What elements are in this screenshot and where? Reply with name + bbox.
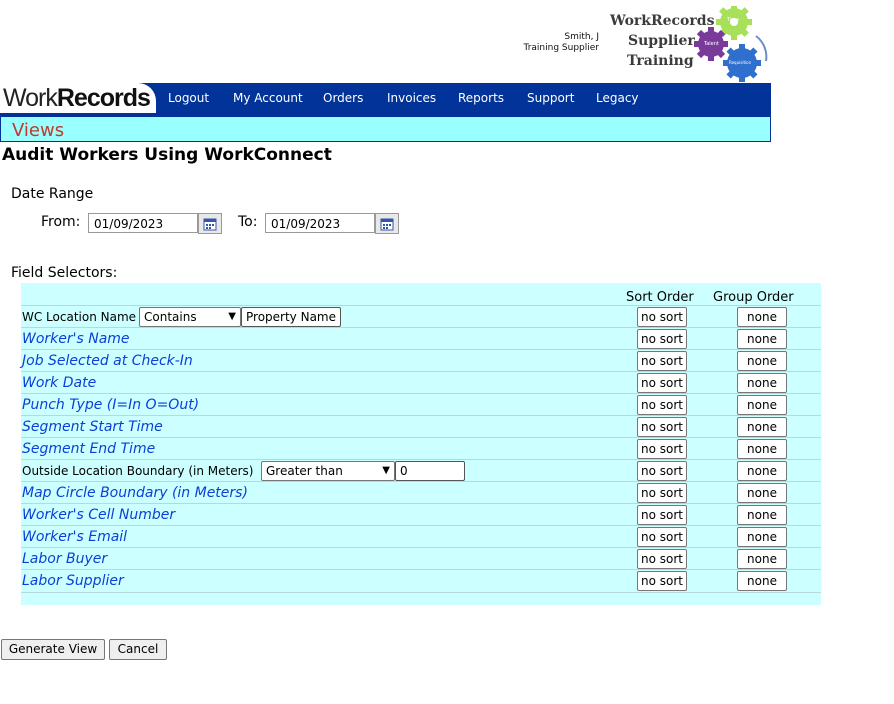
from-label: From:	[41, 214, 81, 230]
select-value: Contains	[144, 310, 197, 324]
group-button[interactable]: none	[737, 395, 787, 415]
group-button[interactable]: none	[737, 549, 787, 569]
field-label[interactable]: Segment End Time	[22, 441, 155, 457]
group-button[interactable]: none	[737, 527, 787, 547]
wc-location-operator-select[interactable]: Contains ▼	[139, 307, 241, 327]
outside-boundary-operator-select[interactable]: Greater than ▼	[261, 461, 395, 481]
field-label[interactable]: Work Date	[22, 375, 96, 391]
page-title: Audit Workers Using WorkConnect	[2, 145, 332, 165]
from-calendar-icon[interactable]	[198, 213, 222, 234]
field-label[interactable]: Worker's Cell Number	[22, 507, 175, 523]
field-label[interactable]: Map Circle Boundary (in Meters)	[22, 485, 248, 501]
brand-logo: WorkRecords Supplier Training Time Talen…	[606, 4, 770, 82]
nav-reports[interactable]: Reports	[458, 91, 504, 105]
group-order-header: Group Order	[713, 290, 794, 305]
nav-legacy[interactable]: Legacy	[596, 91, 639, 105]
field-row-wc-location: WC Location Name Contains ▼ Property Name…	[21, 305, 821, 328]
user-org: Training Supplier	[523, 43, 599, 53]
nav-my-account[interactable]: My Account	[233, 91, 303, 105]
group-button[interactable]: none	[737, 307, 787, 327]
sort-button[interactable]: no sort	[637, 505, 687, 525]
sort-button[interactable]: no sort	[637, 549, 687, 569]
workrecords-logo[interactable]: WorkRecords	[0, 83, 156, 113]
sort-button[interactable]: no sort	[637, 461, 687, 481]
field-label[interactable]: Worker's Email	[22, 529, 127, 545]
field-label[interactable]: Labor Buyer	[22, 551, 107, 567]
field-row-segment-start[interactable]: Segment Start Time no sort none	[21, 415, 821, 438]
wc-location-value-input[interactable]: Property Name	[241, 307, 341, 327]
sort-button[interactable]: no sort	[637, 307, 687, 327]
select-value: Greater than	[266, 464, 343, 478]
to-label: To:	[238, 214, 258, 230]
field-row-work-date[interactable]: Work Date no sort none	[21, 371, 821, 394]
field-label: WC Location Name	[22, 310, 137, 324]
group-button[interactable]: none	[737, 373, 787, 393]
nav-invoices[interactable]: Invoices	[387, 91, 436, 105]
sort-button[interactable]: no sort	[637, 527, 687, 547]
nav-logout[interactable]: Logout	[168, 91, 209, 105]
field-selectors-label: Field Selectors:	[11, 265, 118, 281]
date-range-label: Date Range	[11, 186, 94, 202]
cancel-button[interactable]: Cancel	[109, 639, 167, 660]
sort-button[interactable]: no sort	[637, 373, 687, 393]
gear-label-time: Time	[727, 17, 740, 23]
user-name: Smith, J	[564, 32, 599, 42]
field-label[interactable]: Punch Type (I=In O=Out)	[22, 397, 199, 413]
logo-part-records: Records	[56, 84, 151, 112]
group-button[interactable]: none	[737, 329, 787, 349]
field-label[interactable]: Worker's Name	[22, 331, 130, 347]
group-button[interactable]: none	[737, 439, 787, 459]
group-button[interactable]: none	[737, 571, 787, 591]
generate-view-button[interactable]: Generate View	[1, 639, 105, 660]
from-date-input[interactable]: 01/09/2023	[88, 213, 198, 233]
group-button[interactable]: none	[737, 505, 787, 525]
group-button[interactable]: none	[737, 351, 787, 371]
sort-button[interactable]: no sort	[637, 329, 687, 349]
field-row-job-selected[interactable]: Job Selected at Check-In no sort none	[21, 349, 821, 372]
to-date-input[interactable]: 01/09/2023	[265, 213, 375, 233]
nav-orders[interactable]: Orders	[323, 91, 363, 105]
group-button[interactable]: none	[737, 461, 787, 481]
chevron-down-icon: ▼	[382, 465, 390, 476]
field-label[interactable]: Job Selected at Check-In	[22, 353, 193, 369]
field-label[interactable]: Segment Start Time	[22, 419, 163, 435]
gear-label-talent: Talent	[704, 41, 719, 47]
brand-line2: Supplier	[628, 33, 695, 49]
field-row-cell-number[interactable]: Worker's Cell Number no sort none	[21, 503, 821, 526]
nav-support[interactable]: Support	[527, 91, 574, 105]
field-row-segment-end[interactable]: Segment End Time no sort none	[21, 437, 821, 460]
views-bar	[0, 117, 771, 142]
field-row-outside-boundary: Outside Location Boundary (in Meters) Gr…	[21, 459, 821, 482]
views-title: Views	[12, 120, 65, 141]
field-row-map-circle[interactable]: Map Circle Boundary (in Meters) no sort …	[21, 481, 821, 504]
logo-part-work: Work	[3, 84, 58, 112]
sort-button[interactable]: no sort	[637, 351, 687, 371]
to-calendar-icon[interactable]	[375, 213, 399, 234]
brand-line1: WorkRecords	[610, 13, 715, 29]
sort-button[interactable]: no sort	[637, 395, 687, 415]
sort-button[interactable]: no sort	[637, 417, 687, 437]
chevron-down-icon: ▼	[228, 311, 236, 322]
sort-order-header: Sort Order	[626, 290, 694, 305]
outside-boundary-value-input[interactable]: 0	[395, 461, 465, 481]
sort-button[interactable]: no sort	[637, 571, 687, 591]
field-row-email[interactable]: Worker's Email no sort none	[21, 525, 821, 548]
field-label[interactable]: Labor Supplier	[22, 573, 124, 589]
sort-button[interactable]: no sort	[637, 439, 687, 459]
user-info: Smith, J Training Supplier	[500, 32, 599, 54]
gear-label-requisition: Requisition	[729, 60, 752, 65]
brand-line3: Training	[627, 53, 694, 69]
group-button[interactable]: none	[737, 417, 787, 437]
group-button[interactable]: none	[737, 483, 787, 503]
field-label: Outside Location Boundary (in Meters)	[22, 464, 254, 478]
sort-button[interactable]: no sort	[637, 483, 687, 503]
field-row-labor-supplier[interactable]: Labor Supplier no sort none	[21, 569, 821, 593]
field-row-punch-type[interactable]: Punch Type (I=In O=Out) no sort none	[21, 393, 821, 416]
field-row-labor-buyer[interactable]: Labor Buyer no sort none	[21, 547, 821, 570]
field-row-workers-name[interactable]: Worker's Name no sort none	[21, 327, 821, 350]
